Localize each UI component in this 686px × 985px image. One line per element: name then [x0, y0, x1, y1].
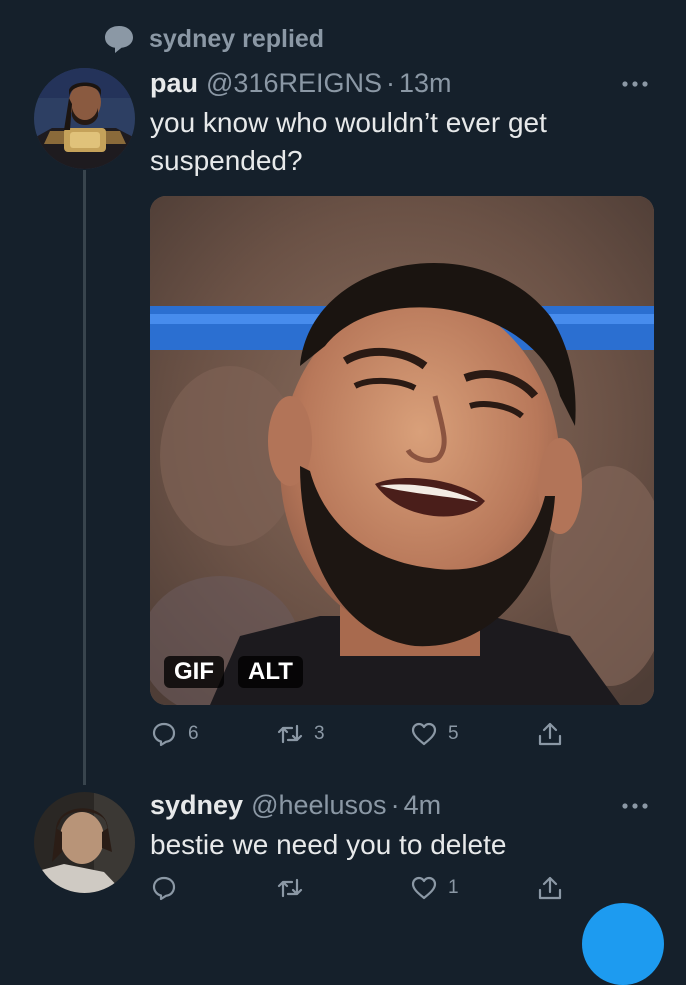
gif-image: [150, 196, 654, 705]
separator-dot: ·: [386, 68, 395, 98]
retweet-icon: [277, 724, 303, 744]
reply-icon: [152, 876, 176, 901]
tweet-actions: 6 3 5: [150, 720, 580, 756]
tweet-header: sydney @heelusos · 4m: [150, 788, 656, 822]
retweet-icon: [277, 878, 303, 898]
retweet-button[interactable]: [276, 874, 314, 902]
timestamp[interactable]: 13m: [399, 66, 452, 100]
reply-icon: [152, 722, 176, 747]
share-button[interactable]: [536, 720, 564, 748]
retweet-count: 3: [314, 723, 325, 744]
heart-icon: [411, 876, 437, 900]
like-button[interactable]: 1: [410, 874, 459, 902]
username-handle[interactable]: @316REIGNS: [206, 66, 382, 100]
alt-badge[interactable]: ALT: [238, 656, 303, 688]
gif-badge: GIF: [164, 656, 224, 688]
tweet-pau[interactable]: pau @316REIGNS · 13m you know who wouldn…: [150, 66, 656, 180]
avatar-sydney[interactable]: [34, 792, 135, 893]
display-name[interactable]: sydney: [150, 788, 243, 822]
more-options-icon[interactable]: [620, 74, 650, 94]
tweet-sydney[interactable]: sydney @heelusos · 4m bestie we need you…: [150, 788, 656, 864]
retweet-button[interactable]: 3: [276, 720, 325, 748]
display-name[interactable]: pau: [150, 66, 198, 100]
username-handle[interactable]: @heelusos: [251, 788, 387, 822]
thread-line: [83, 170, 86, 785]
heart-icon: [411, 722, 437, 746]
separator-dot: ·: [390, 790, 400, 820]
reply-button[interactable]: [150, 874, 188, 902]
like-button[interactable]: 5: [410, 720, 459, 748]
share-icon: [538, 876, 562, 900]
like-count: 1: [448, 877, 459, 898]
context-text: sydney replied: [149, 24, 325, 53]
avatar-pau[interactable]: [34, 68, 135, 169]
compose-button[interactable]: [582, 903, 664, 985]
more-options-icon[interactable]: [620, 796, 650, 816]
timestamp[interactable]: 4m: [404, 788, 442, 822]
tweet-text: bestie we need you to delete: [150, 829, 507, 860]
reply-count: 6: [188, 723, 199, 744]
tweet-actions: 1: [150, 874, 580, 910]
tweet-text: you know who wouldn’t ever get suspended…: [150, 107, 547, 176]
tweet-header: pau @316REIGNS · 13m: [150, 66, 656, 100]
share-button[interactable]: [536, 874, 564, 902]
speech-bubble-icon: [105, 26, 133, 53]
reply-button[interactable]: 6: [150, 720, 199, 748]
share-icon: [538, 722, 562, 746]
like-count: 5: [448, 723, 459, 744]
tweet-media-gif[interactable]: GIF ALT: [150, 196, 654, 705]
social-context: sydney replied: [103, 24, 324, 54]
